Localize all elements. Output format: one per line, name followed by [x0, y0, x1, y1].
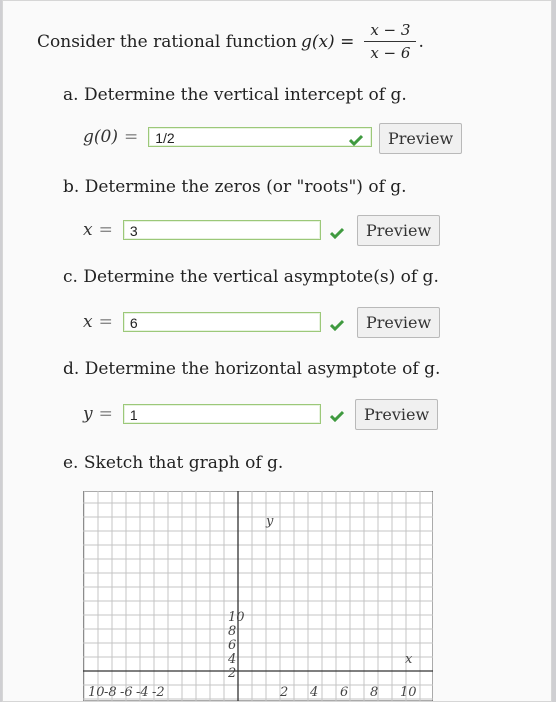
check-icon: [330, 410, 344, 422]
answer-a-lhs: g(0) =: [83, 127, 138, 147]
answer-c-lhs-text: x: [83, 312, 93, 332]
answer-a-equals: =: [123, 127, 139, 147]
answer-d-field[interactable]: 1: [122, 404, 321, 424]
fraction-numerator: x − 3: [364, 21, 417, 42]
x-tick-label: 10: [88, 685, 105, 700]
answer-d-lhs-text: y: [83, 404, 93, 424]
preview-button-a[interactable]: Preview: [379, 123, 463, 154]
y-tick-label: 10: [228, 610, 245, 625]
preview-button-b[interactable]: Preview: [357, 215, 441, 246]
x-axis-label: x: [405, 652, 413, 667]
grid-border: [83, 491, 433, 701]
answer-b-field[interactable]: 3: [122, 220, 321, 240]
sketch-graph-area[interactable]: 10 8 6 4 2 10 -8 -6 -4 -2 2 4 6 8 10 y x: [83, 491, 433, 701]
answer-row-b: x = 3: [83, 220, 321, 240]
check-icon: [330, 227, 344, 239]
intro-text: Consider the rational function: [37, 31, 297, 52]
answer-d-lhs: y =: [83, 404, 113, 424]
fraction-denominator: x − 6: [370, 44, 411, 62]
answer-row-a: g(0) = 1/2: [83, 127, 373, 147]
answer-d-equals: =: [98, 404, 113, 424]
preview-button-c[interactable]: Preview: [357, 307, 441, 338]
x-tick-label: -2: [152, 685, 165, 700]
answer-row-d: y = 1: [83, 404, 321, 424]
answer-c-field[interactable]: 6: [122, 312, 321, 332]
question-d: d. Determine the horizontal asymptote of…: [63, 359, 441, 379]
answer-c-lhs: x =: [83, 312, 113, 332]
y-tick-label: 4: [227, 652, 236, 667]
x-tick-label: 4: [309, 685, 318, 700]
coordinate-grid[interactable]: 10864210 -8 -6 -4 -2 2 4 6 8 10yx: [83, 491, 433, 701]
function-lhs: g(x) =: [300, 31, 355, 52]
function-fraction: x − 3 x − 6: [364, 21, 417, 62]
answer-a-field[interactable]: 1/2: [148, 127, 373, 147]
check-icon: [330, 319, 344, 331]
answer-a-lhs-text: g(0): [83, 127, 118, 147]
problem-statement: Consider the rational function g(x) = x …: [37, 21, 424, 62]
answer-row-c: x = 6: [83, 312, 321, 332]
y-tick-label: 6: [228, 638, 236, 653]
x-tick-label: -8: [104, 685, 117, 700]
y-axis-label: y: [265, 514, 274, 529]
x-tick-label: 8: [370, 685, 378, 700]
preview-button-d[interactable]: Preview: [355, 399, 439, 430]
answer-c-equals: =: [98, 312, 113, 332]
check-icon: [349, 134, 363, 146]
answer-b-lhs: x =: [83, 220, 113, 240]
question-c: c. Determine the vertical asymptote(s) o…: [63, 267, 439, 287]
answer-b-lhs-text: x: [83, 220, 93, 240]
question-a: a. Determine the vertical intercept of g…: [63, 85, 407, 105]
question-panel: Consider the rational function g(x) = x …: [2, 0, 552, 702]
x-tick-label: 6: [340, 685, 348, 700]
question-b: b. Determine the zeros (or "roots") of g…: [63, 177, 407, 197]
question-e: e. Sketch that graph of g.: [63, 453, 284, 473]
answer-b-equals: =: [98, 220, 113, 240]
x-tick-label: -6: [120, 685, 133, 700]
intro-period: .: [418, 31, 424, 52]
x-tick-label: -4: [136, 685, 149, 700]
y-tick-label: 8: [228, 624, 236, 639]
x-tick-label: 10: [400, 685, 417, 700]
y-tick-label: 2: [227, 666, 236, 681]
x-tick-label: 2: [279, 685, 288, 700]
